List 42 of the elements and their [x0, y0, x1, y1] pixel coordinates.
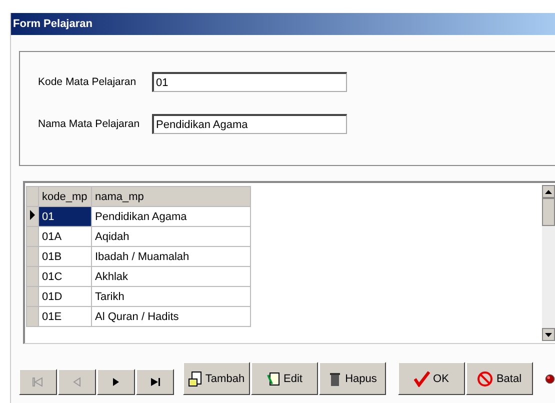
trash-icon: [328, 370, 342, 386]
table-cell: Aqidah: [92, 226, 250, 246]
scroll-thumb[interactable]: [542, 198, 555, 226]
next-record-button[interactable]: [97, 369, 135, 395]
table-cell: 01D: [38, 286, 92, 306]
table-cell: 01A: [38, 226, 92, 246]
document-icon: [188, 370, 202, 386]
ok-button[interactable]: OK: [398, 362, 465, 395]
up-arrow-icon: [545, 190, 552, 194]
add-button[interactable]: Tambah: [183, 362, 250, 395]
table-cell: 01E: [38, 306, 92, 326]
document-icon: [266, 370, 281, 386]
field-label: Kode Mata Pelajaran: [38, 76, 138, 88]
table-cell: 01B: [38, 246, 92, 266]
row-indicator: [26, 186, 38, 206]
input-field[interactable]: 01: [152, 72, 347, 92]
column-header[interactable]: nama_mp: [92, 186, 250, 206]
prev-icon: [71, 377, 83, 387]
last-record-button[interactable]: [136, 369, 174, 395]
check-icon: [414, 370, 430, 386]
table-cell: Akhlak: [92, 266, 250, 286]
prohibited-icon: [477, 370, 494, 386]
table-cell: Al Quran / Hadits: [92, 306, 250, 326]
down-arrow-icon: [545, 332, 552, 336]
table-cell: Ibadah / Muamalah: [92, 246, 250, 266]
table-cell: Pendidikan Agama: [92, 206, 250, 226]
current-row-icon: [30, 210, 35, 220]
scrollbar[interactable]: [542, 185, 555, 341]
table-cell: 01C: [38, 266, 92, 286]
last-icon: [149, 377, 161, 387]
cancel-button[interactable]: Batal: [466, 362, 533, 395]
column-header[interactable]: kode_mp: [38, 186, 92, 206]
status-light-icon: [545, 372, 555, 386]
table-cell: 01: [38, 206, 92, 226]
window-title: Form Pelajaran: [13, 18, 92, 30]
row-indicator[interactable]: [26, 206, 38, 226]
input-field[interactable]: Pendidikan Agama: [152, 114, 347, 134]
delete-button[interactable]: Hapus: [319, 362, 386, 395]
edit-button[interactable]: Edit: [251, 362, 318, 395]
field-label: Nama Mata Pelajaran: [38, 118, 141, 130]
first-icon: [32, 377, 44, 387]
table-cell: Tarikh: [92, 286, 250, 306]
